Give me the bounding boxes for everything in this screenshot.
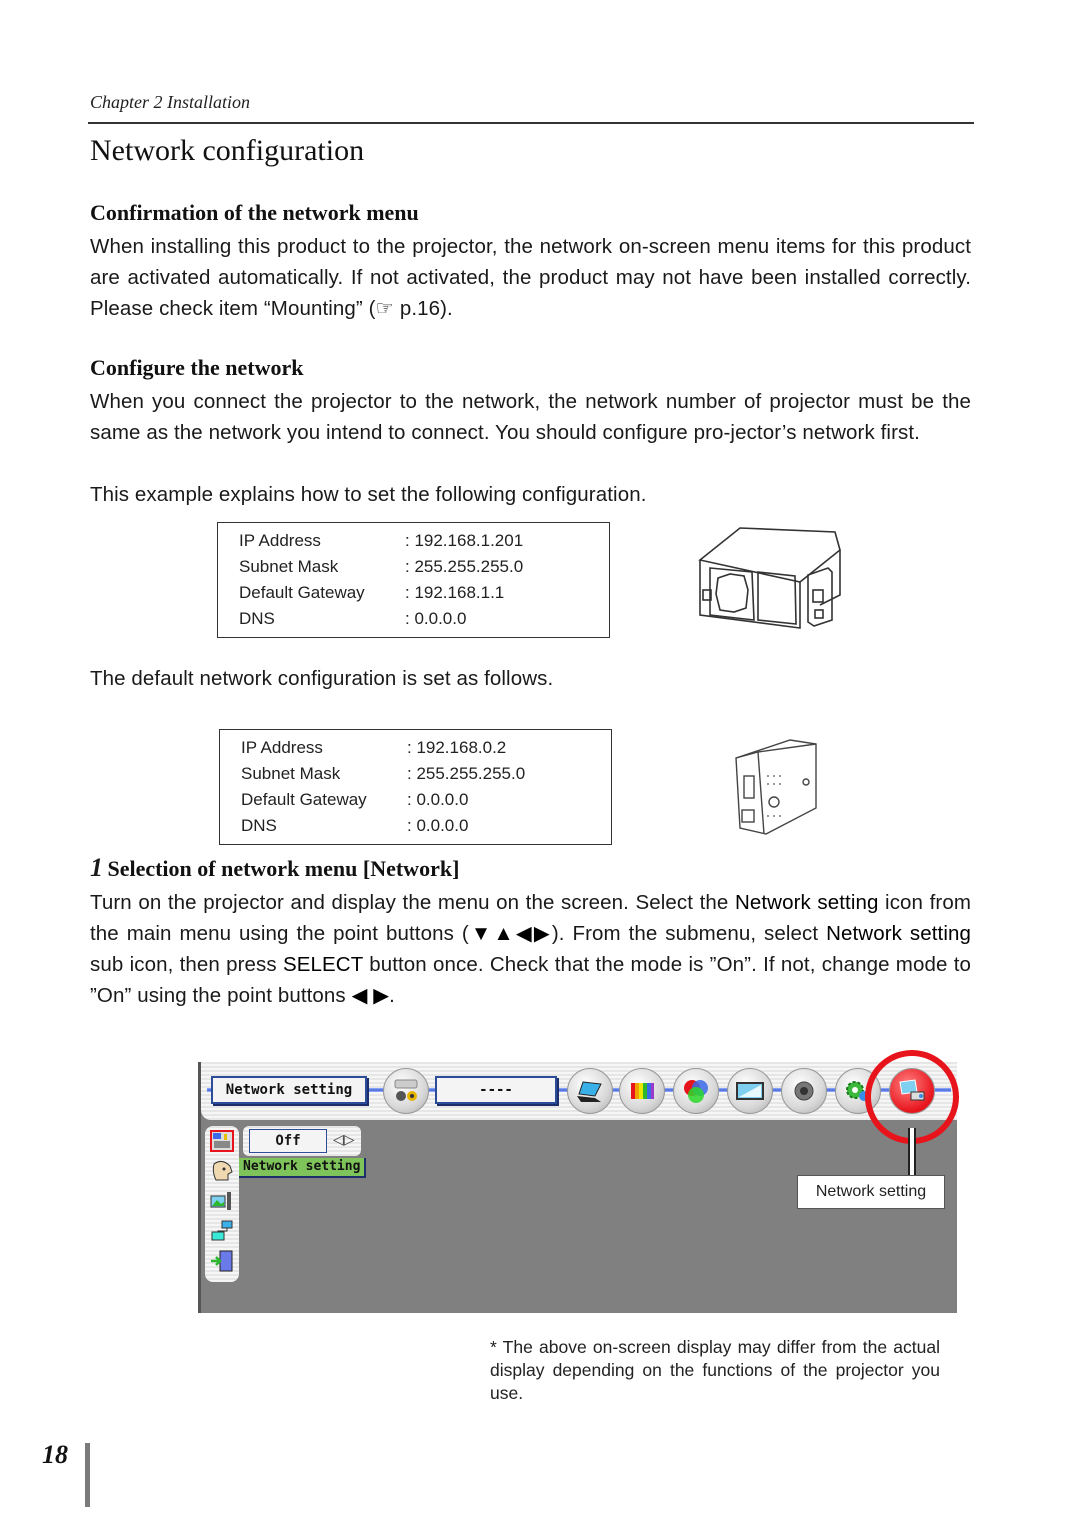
osd-sub-menu-bar [205, 1126, 239, 1282]
projector-illustration [698, 527, 841, 629]
sound-icon[interactable] [781, 1068, 827, 1114]
step1-heading-wrap: 1 Selection of network menu [Network] [90, 853, 459, 883]
network-pc-icon[interactable] [210, 1220, 234, 1242]
chapter-header: Chapter 2 Installation [90, 92, 251, 112]
default-config-intro: The default network configuration is set… [90, 667, 554, 690]
network-unit-illustration [735, 739, 817, 835]
step-number: 1 [90, 853, 103, 882]
default-row-ip: IP Address: 192.168.0.2 [241, 738, 507, 757]
osd-note: * The above on-screen display may differ… [490, 1337, 940, 1403]
exit-icon[interactable] [210, 1250, 234, 1272]
mode-value-field[interactable]: Off [249, 1129, 327, 1153]
network-setting-sub-icon[interactable] [210, 1130, 234, 1152]
image-adjust-icon[interactable] [673, 1068, 719, 1114]
configure-body: When you connect the projector to the ne… [90, 390, 971, 444]
confirm-heading: Confirmation of the network menu [90, 200, 419, 225]
face-icon[interactable] [210, 1160, 234, 1182]
callout-line [908, 1128, 916, 1176]
point-buttons-arrows: ▼▲◀▶ [468, 922, 552, 945]
step1-heading: Selection of network menu [Network] [107, 856, 460, 881]
page-number: 18 [42, 1440, 68, 1469]
screen-icon[interactable] [727, 1068, 773, 1114]
callout-label: Network setting [797, 1175, 945, 1209]
config-row-subnet: Subnet Mask: 255.255.255.0 [239, 557, 524, 576]
page-number-bar [85, 1443, 90, 1507]
input-icon[interactable] [383, 1068, 429, 1114]
left-right-arrows: ◀ ▶ [351, 984, 390, 1007]
picture-icon[interactable] [210, 1190, 234, 1212]
image-select-icon[interactable] [619, 1068, 665, 1114]
config-row-ip: IP Address: 192.168.1.201 [239, 531, 524, 550]
default-row-subnet: Subnet Mask: 255.255.255.0 [241, 764, 526, 783]
config-row-gateway: Default Gateway: 192.168.1.1 [239, 583, 505, 602]
pc-adjust-icon[interactable] [567, 1068, 613, 1114]
page-title: Network configuration [90, 134, 365, 167]
osd-tooltip: Network setting [239, 1158, 367, 1178]
osd-mode-panel: Off ◁▷ [243, 1126, 361, 1156]
configure-heading: Configure the network [90, 355, 304, 380]
step1-body: Turn on the projector and display the me… [90, 891, 972, 1007]
default-config-box: IP Address: 192.168.0.2 Subnet Mask: 255… [219, 729, 612, 845]
osd-input-value: ---- [435, 1076, 557, 1104]
default-row-gateway: Default Gateway: 0.0.0.0 [241, 790, 469, 809]
osd-menu-title: Network setting [211, 1076, 367, 1104]
default-row-dns: DNS: 0.0.0.0 [241, 816, 469, 835]
confirm-body: When installing this product to the proj… [90, 235, 971, 320]
osd-main-menu-bar: Network setting ---- [201, 1062, 957, 1120]
config-row-dns: DNS: 0.0.0.0 [239, 609, 467, 628]
header-rule [88, 122, 974, 124]
configure-example-intro: This example explains how to set the fol… [90, 483, 647, 506]
left-right-toggle-icon[interactable]: ◁▷ [333, 1131, 355, 1148]
example-config-box: IP Address: 192.168.1.201 Subnet Mask: 2… [217, 522, 610, 638]
